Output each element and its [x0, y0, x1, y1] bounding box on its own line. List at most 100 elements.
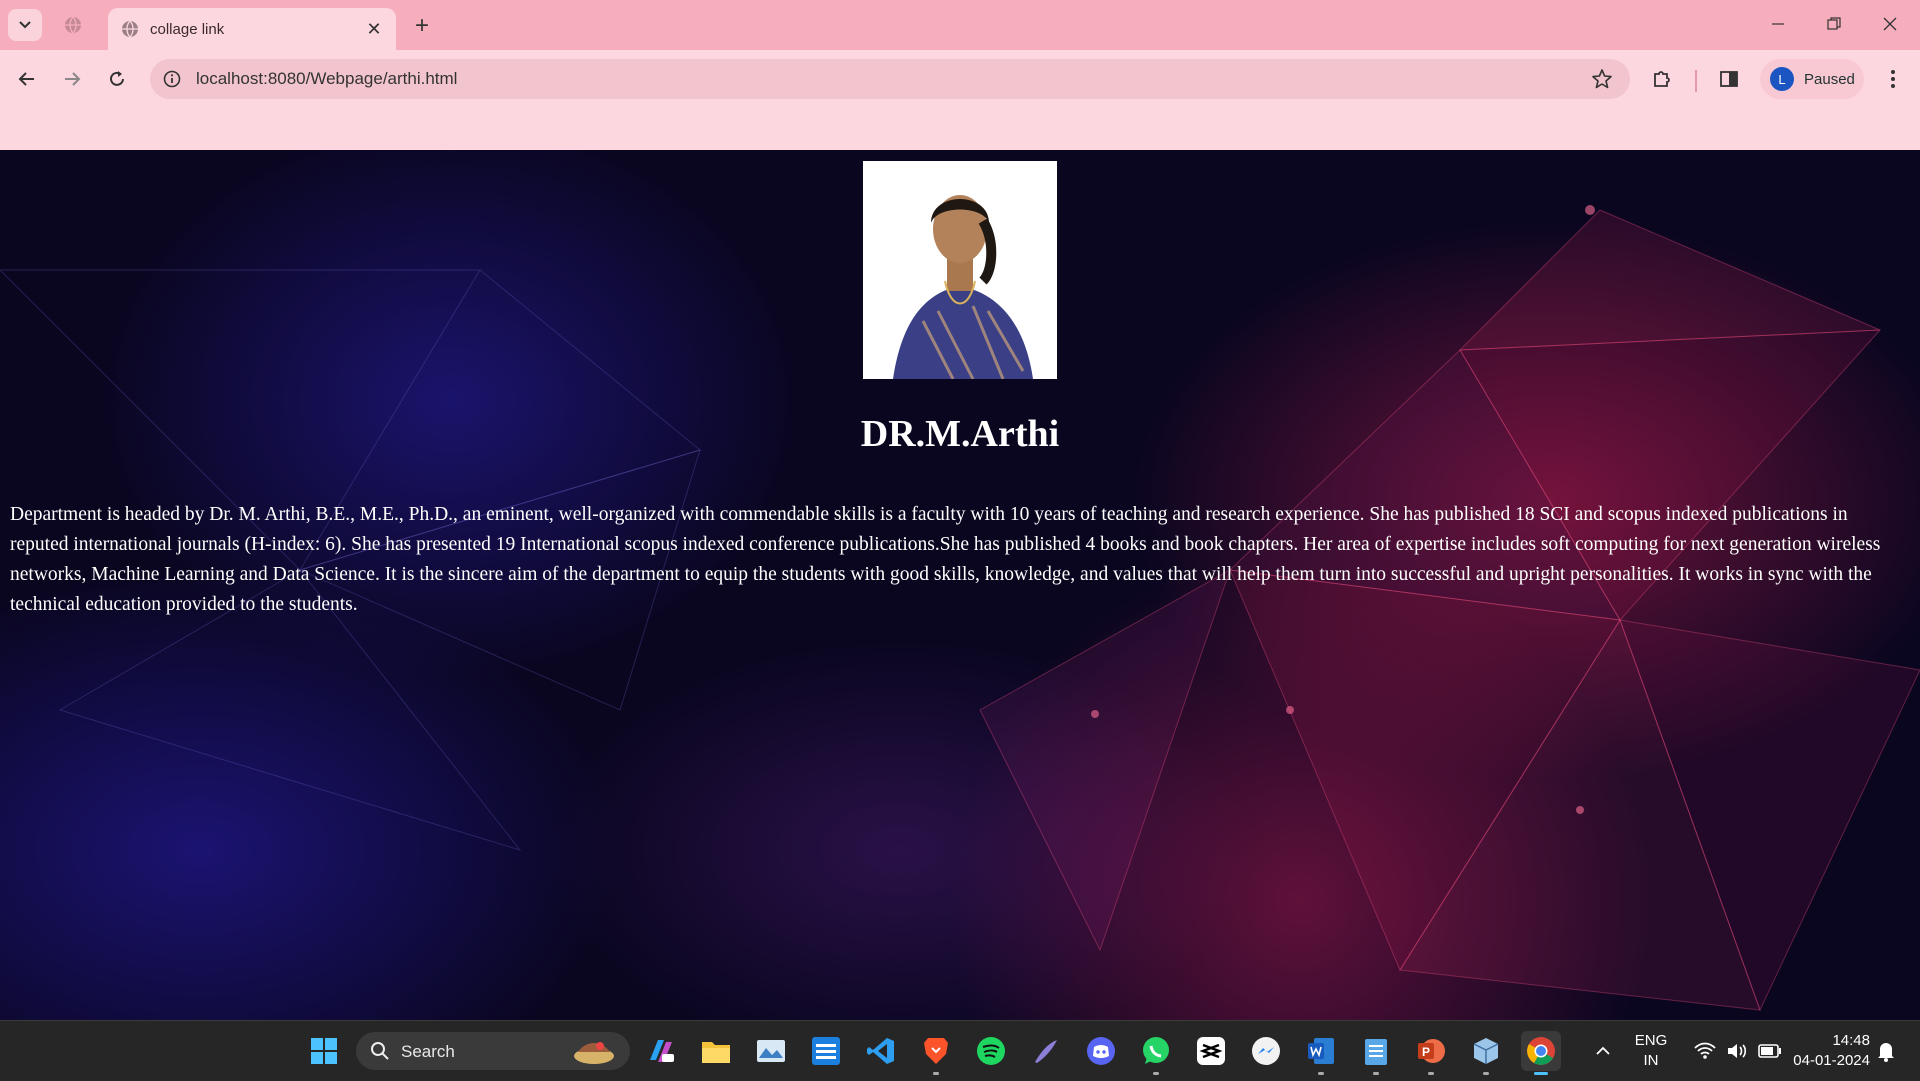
taskbar-app-virtualbox[interactable] — [1466, 1031, 1506, 1075]
taskbar-app-spotify[interactable] — [971, 1031, 1011, 1071]
region-label: IN — [1643, 1052, 1659, 1069]
tab-search-button[interactable] — [8, 9, 42, 41]
address-bar[interactable]: localhost:8080/Webpage/arthi.html — [150, 59, 1630, 99]
photos-icon — [757, 1040, 785, 1062]
clock[interactable]: 14:48 04-01-2024 — [1780, 1031, 1870, 1071]
arrow-right-icon — [65, 72, 81, 86]
tab-collage-link[interactable]: collage link ✕ — [108, 8, 396, 50]
site-info-icon[interactable] — [160, 67, 184, 91]
back-button[interactable] — [10, 62, 44, 96]
taskbar-app-vscode[interactable] — [861, 1031, 901, 1071]
chevron-down-icon — [19, 21, 31, 29]
toolbar-divider — [1695, 70, 1697, 92]
taskbar-app-prime-video[interactable] — [806, 1031, 846, 1071]
time-label: 14:48 — [1832, 1032, 1870, 1049]
page-title: DR.M.Arthi — [860, 413, 1060, 455]
taskbar-app-copilot[interactable] — [641, 1031, 681, 1071]
copilot-icon — [650, 1040, 674, 1062]
capcut-icon — [1197, 1037, 1225, 1065]
whatsapp-icon — [1143, 1037, 1169, 1064]
inactive-tab[interactable] — [58, 12, 88, 38]
notifications-button[interactable] — [1866, 1031, 1906, 1071]
show-hidden-icons-button[interactable] — [1583, 1031, 1623, 1071]
running-indicator — [933, 1072, 939, 1075]
restore-button[interactable] — [1806, 8, 1862, 40]
taskbar-app-powerpoint[interactable]: P — [1411, 1031, 1451, 1075]
taskbar-app-messenger[interactable] — [1246, 1031, 1286, 1071]
taskbar-app-discord[interactable] — [1081, 1031, 1121, 1071]
minimize-icon — [1772, 23, 1784, 25]
language-label: ENG — [1634, 1032, 1668, 1049]
cube-icon — [1473, 1038, 1499, 1064]
tab-title: collage link — [150, 20, 225, 38]
close-tab-icon[interactable]: ✕ — [360, 15, 388, 43]
running-indicator — [1318, 1072, 1324, 1075]
profile-photo — [863, 161, 1057, 379]
taskbar-search[interactable]: Search — [356, 1032, 630, 1070]
restore-icon — [1827, 17, 1841, 30]
globe-icon — [122, 20, 138, 38]
puzzle-icon — [1654, 71, 1670, 87]
page-content: DR.M.Arthi Department is headed by Dr. M… — [0, 150, 1920, 1020]
extensions-button[interactable] — [1645, 62, 1679, 96]
taskbar-app-notepad[interactable] — [1356, 1031, 1396, 1075]
search-highlight-icon — [574, 1042, 614, 1064]
battery-icon — [1758, 1044, 1781, 1058]
messenger-icon — [1252, 1037, 1280, 1065]
browser-tab-strip: collage link ✕ + — [0, 0, 1920, 50]
language-indicator[interactable]: ENG IN — [1628, 1031, 1674, 1071]
date-label: 04-01-2024 — [1793, 1052, 1870, 1069]
taskbar: Search P ENG IN 14:48 04-01-2024 — [0, 1020, 1920, 1081]
side-panel-button[interactable] — [1712, 62, 1746, 96]
profile-button[interactable]: L Paused — [1760, 59, 1864, 99]
reload-icon — [110, 71, 124, 86]
taskbar-app-word[interactable] — [1301, 1031, 1341, 1075]
bio-paragraph: Department is headed by Dr. M. Arthi, B.… — [10, 504, 1881, 615]
windows-icon — [311, 1038, 337, 1064]
close-icon — [1883, 17, 1897, 31]
search-label: Search — [401, 1042, 455, 1061]
running-indicator — [1483, 1072, 1489, 1075]
prime-video-icon — [812, 1037, 840, 1065]
brave-icon — [924, 1038, 948, 1064]
taskbar-app-brave[interactable] — [916, 1031, 956, 1075]
taskbar-app-photos[interactable] — [751, 1031, 791, 1071]
taskbar-app-dev-tool[interactable] — [1026, 1031, 1066, 1071]
vscode-icon — [867, 1038, 894, 1064]
powerpoint-icon: P — [1418, 1039, 1445, 1063]
avatar: L — [1770, 67, 1794, 91]
discord-icon — [1087, 1037, 1115, 1065]
taskbar-app-file-explorer[interactable] — [696, 1031, 736, 1071]
volume-icon — [1728, 1044, 1747, 1058]
feather-icon — [1035, 1040, 1057, 1063]
url-text[interactable]: localhost:8080/Webpage/arthi.html — [196, 69, 457, 89]
chevron-up-icon — [1596, 1046, 1610, 1055]
taskbar-app-capcut[interactable] — [1191, 1031, 1231, 1071]
minimize-button[interactable] — [1750, 8, 1806, 40]
spotify-icon — [977, 1037, 1005, 1065]
close-window-button[interactable] — [1862, 8, 1918, 40]
globe-icon — [65, 16, 81, 34]
chrome-icon — [1527, 1037, 1555, 1065]
running-indicator — [1428, 1072, 1434, 1075]
search-icon — [371, 1042, 389, 1060]
wifi-icon — [1694, 1042, 1716, 1059]
notepad-icon — [1365, 1039, 1387, 1065]
running-indicator — [1153, 1072, 1159, 1075]
forward-button[interactable] — [55, 62, 89, 96]
more-vert-icon — [1891, 70, 1895, 88]
new-tab-button[interactable]: + — [408, 12, 436, 40]
browser-toolbar: localhost:8080/Webpage/arthi.html L Paus… — [0, 50, 1920, 150]
reload-button[interactable] — [100, 62, 134, 96]
running-indicator — [1534, 1072, 1548, 1075]
taskbar-app-whatsapp[interactable] — [1136, 1031, 1176, 1075]
svg-text:P: P — [1422, 1045, 1430, 1059]
bookmark-star-icon[interactable] — [1590, 67, 1614, 91]
start-button[interactable] — [304, 1031, 344, 1071]
folder-icon — [702, 1042, 730, 1063]
browser-menu-button[interactable] — [1876, 62, 1910, 96]
taskbar-app-chrome[interactable] — [1521, 1031, 1561, 1075]
profile-status: Paused — [1804, 70, 1855, 88]
side-panel-icon — [1720, 71, 1738, 87]
bell-icon — [1878, 1043, 1894, 1062]
